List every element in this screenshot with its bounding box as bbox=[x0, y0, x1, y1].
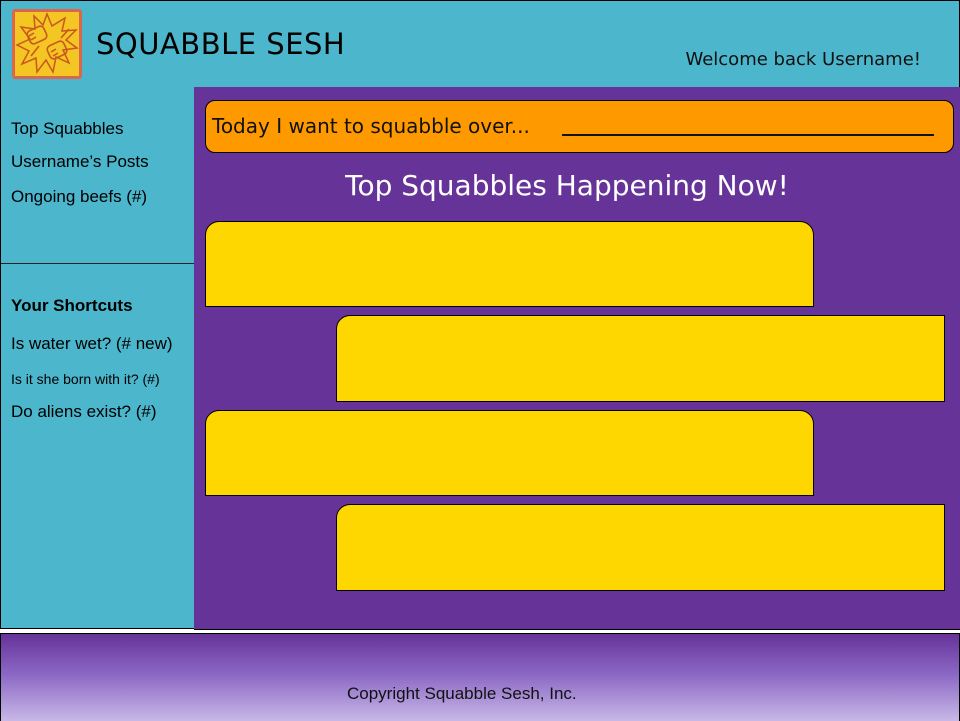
logo[interactable] bbox=[12, 9, 82, 79]
squabble-card[interactable] bbox=[205, 221, 814, 307]
sidebar-item-username-posts[interactable]: Username’s Posts bbox=[11, 152, 149, 172]
sidebar: Top Squabbles Username’s Posts Ongoing b… bbox=[0, 87, 195, 629]
copyright-text: Copyright Squabble Sesh, Inc. bbox=[347, 684, 577, 703]
shortcut-aliens-exist[interactable]: Do aliens exist? (#) bbox=[11, 402, 157, 422]
section-heading: Top Squabbles Happening Now! bbox=[345, 169, 789, 202]
sidebar-item-top-squabbles[interactable]: Top Squabbles bbox=[11, 119, 123, 139]
squabble-card[interactable] bbox=[336, 315, 945, 402]
welcome-message: Welcome back Username! bbox=[685, 49, 921, 70]
prompt-blank-line bbox=[562, 134, 934, 136]
shortcuts-heading: Your Shortcuts bbox=[11, 296, 133, 315]
main-content: Today I want to squabble over... Top Squ… bbox=[194, 87, 960, 630]
squabble-card[interactable] bbox=[336, 504, 945, 591]
sidebar-divider bbox=[1, 263, 194, 264]
top-header: SQUABBLE SESH Welcome back Username! bbox=[0, 0, 960, 88]
shortcut-born-with-it[interactable]: Is it she born with it? (#) bbox=[11, 371, 160, 387]
fists-icon bbox=[15, 12, 79, 75]
squabble-card[interactable] bbox=[205, 410, 814, 496]
prompt-text: Today I want to squabble over... bbox=[212, 114, 530, 138]
brand-title: SQUABBLE SESH bbox=[96, 27, 346, 61]
shortcut-is-water-wet[interactable]: Is water wet? (# new) bbox=[11, 334, 173, 354]
squabble-prompt-input[interactable]: Today I want to squabble over... bbox=[205, 100, 954, 153]
footer: Copyright Squabble Sesh, Inc. bbox=[0, 633, 960, 721]
sidebar-item-ongoing-beefs[interactable]: Ongoing beefs (#) bbox=[11, 187, 147, 207]
